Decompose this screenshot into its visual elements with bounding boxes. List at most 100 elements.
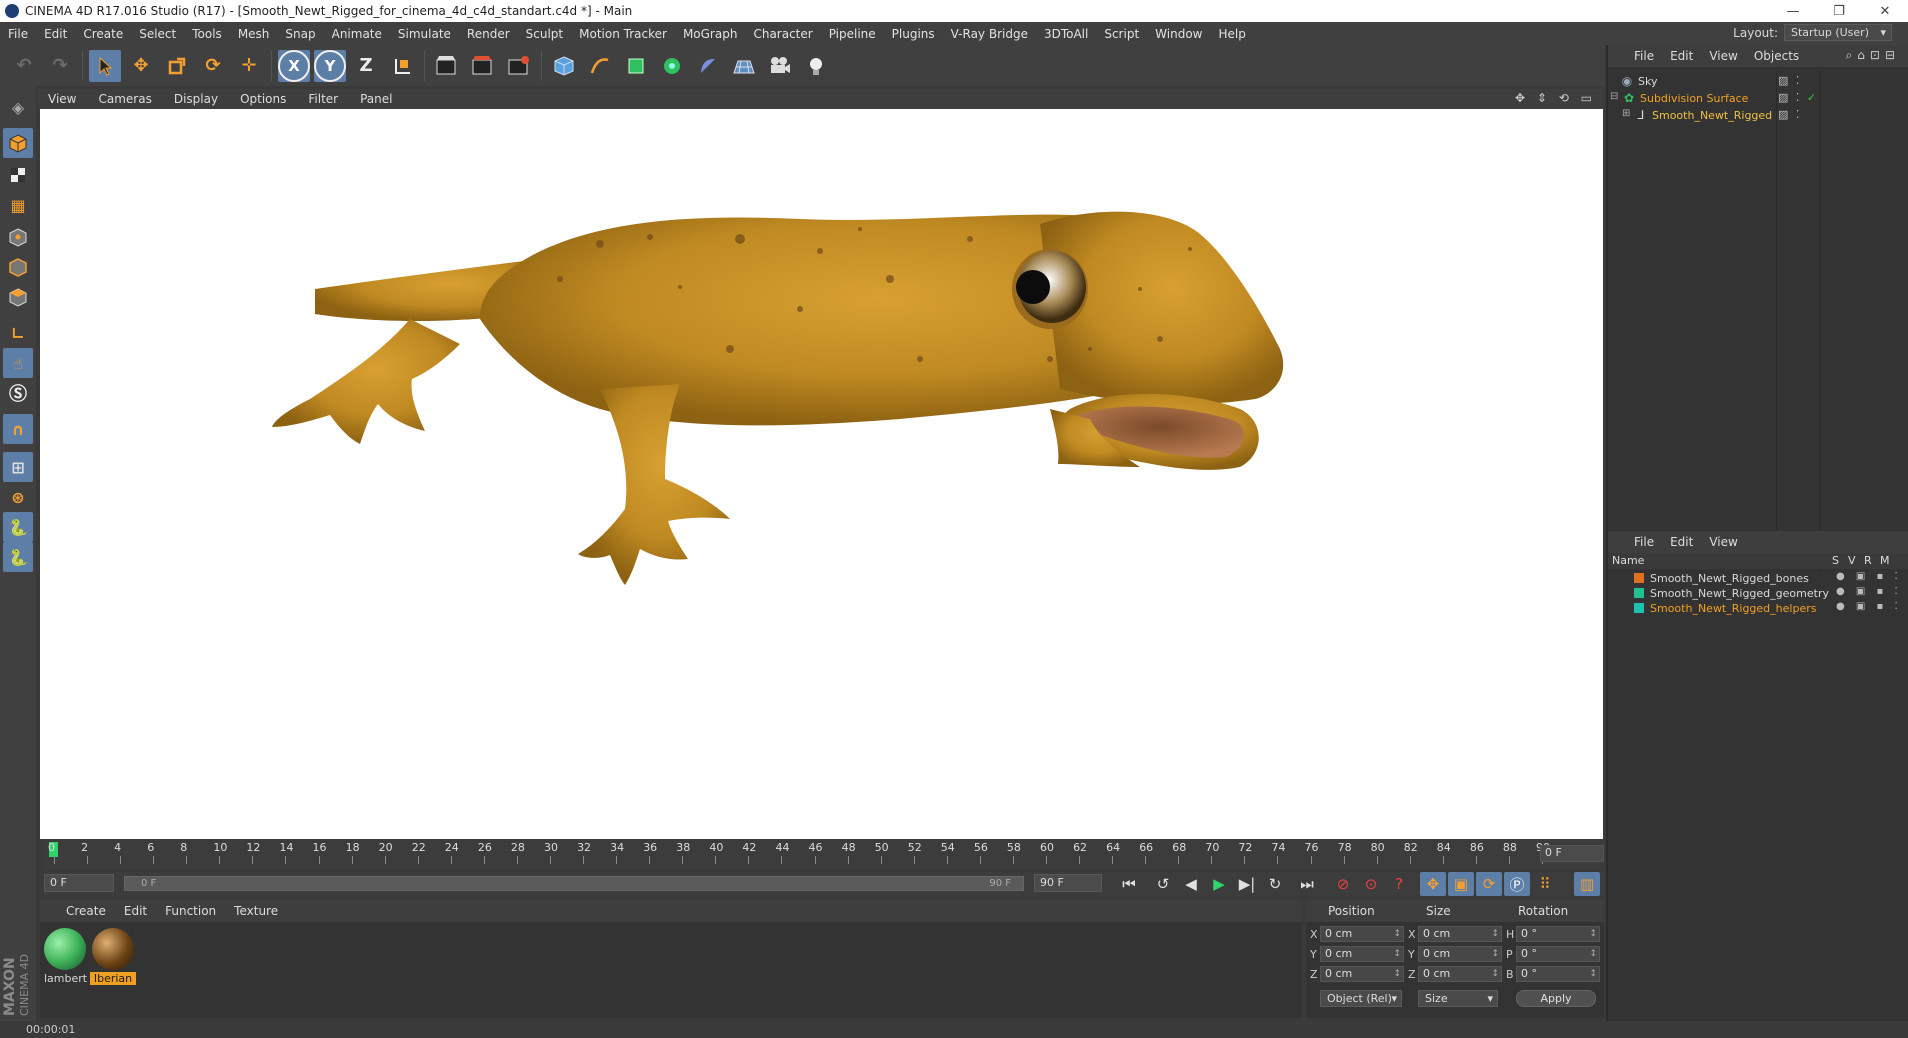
autokeying-icon[interactable]: ⊙ — [1358, 872, 1384, 896]
record-active-objects-icon[interactable]: ⊘ — [1330, 872, 1356, 896]
key-rotation-icon[interactable]: ⟳ — [1476, 872, 1502, 896]
transform-icon[interactable]: ✛ — [233, 50, 265, 82]
objects-menu-file[interactable]: File — [1634, 49, 1654, 63]
viewport-navigation-icons[interactable]: ✥ ⇕ ⟲ ▭ — [1515, 91, 1596, 105]
menu-help[interactable]: Help — [1210, 27, 1253, 41]
material-menu-function[interactable]: Function — [165, 904, 216, 918]
go-to-start-icon[interactable]: ⏮ — [1116, 872, 1142, 896]
current-frame-field[interactable]: 0 F — [1540, 845, 1604, 862]
layer-color-swatch[interactable] — [1634, 588, 1644, 598]
menu-mesh[interactable]: Mesh — [230, 27, 278, 41]
light-icon[interactable] — [800, 50, 832, 82]
key-pla-icon[interactable]: ⠿ — [1532, 872, 1558, 896]
viewport-menu-options[interactable]: Options — [240, 92, 286, 106]
go-to-previous-key-icon[interactable]: ↺ — [1150, 872, 1176, 896]
apply-button[interactable]: Apply — [1516, 990, 1596, 1007]
layer-color-swatch[interactable] — [1634, 573, 1644, 583]
layer-toggles[interactable]: ● ▣ ▪ ⁚ — [1836, 571, 1902, 582]
model-mode-icon[interactable] — [3, 128, 33, 158]
scale-icon[interactable] — [161, 50, 193, 82]
menu-simulate[interactable]: Simulate — [390, 27, 459, 41]
object-manager-search-icon[interactable]: ⌕⌂⊡⊟ — [1846, 48, 1900, 63]
objects-menu-edit[interactable]: Edit — [1670, 49, 1693, 63]
render-settings-icon[interactable] — [503, 50, 535, 82]
position-z-field[interactable]: 0 cm — [1320, 966, 1404, 982]
python-script-2-icon[interactable]: 🐍 — [3, 542, 33, 572]
material-menu-create[interactable]: Create — [66, 904, 106, 918]
menu-plugins[interactable]: Plugins — [884, 27, 943, 41]
undo-icon[interactable]: ↶ — [8, 50, 40, 82]
menu-edit[interactable]: Edit — [36, 27, 75, 41]
key-parameter-icon[interactable]: Ⓟ — [1504, 872, 1530, 896]
viewport-menu-view[interactable]: View — [48, 92, 76, 106]
menu-window[interactable]: Window — [1147, 27, 1210, 41]
position-y-field[interactable]: 0 cm — [1320, 946, 1404, 962]
spline-pen-icon[interactable] — [584, 50, 616, 82]
viewport-menu-cameras[interactable]: Cameras — [98, 92, 151, 106]
viewport-menu-display[interactable]: Display — [174, 92, 218, 106]
minimize-button[interactable]: — — [1770, 4, 1816, 19]
objects-menu-objects[interactable]: Objects — [1754, 49, 1799, 63]
rotate-icon[interactable]: ⟳ — [197, 50, 229, 82]
menu-render[interactable]: Render — [459, 27, 518, 41]
magnet-icon[interactable]: ∩ — [3, 414, 33, 444]
coordinate-system-icon[interactable] — [386, 50, 418, 82]
select-arrow-icon[interactable] — [89, 49, 121, 82]
axis-y-lock-icon[interactable]: Y — [314, 49, 346, 82]
layer-color-swatch[interactable] — [1634, 603, 1644, 613]
material-menu-edit[interactable]: Edit — [124, 904, 147, 918]
frame-range-slider[interactable]: 0 F 90 F — [124, 876, 1024, 891]
menu-sculpt[interactable]: Sculpt — [518, 27, 571, 41]
objects-menu-view[interactable]: View — [1709, 49, 1737, 63]
go-to-next-key-icon[interactable]: ↻ — [1262, 872, 1288, 896]
subdivision-generator-icon[interactable] — [620, 50, 652, 82]
camera-icon[interactable] — [764, 50, 796, 82]
menu-script[interactable]: Script — [1096, 27, 1147, 41]
key-scale-icon[interactable]: ▣ — [1448, 872, 1474, 896]
material-menu-texture[interactable]: Texture — [234, 904, 278, 918]
axis-mode-icon[interactable]: ∟ — [3, 318, 33, 348]
go-to-end-icon[interactable]: ⏭ — [1294, 872, 1320, 896]
size-y-field[interactable]: 0 cm — [1418, 946, 1502, 962]
object-flags[interactable]: ▨ ⁚ — [1778, 74, 1801, 87]
size-x-field[interactable]: 0 cm — [1418, 926, 1502, 942]
menu-character[interactable]: Character — [745, 27, 820, 41]
menu-create[interactable]: Create — [75, 27, 131, 41]
layer-geometry[interactable]: Smooth_Newt_Rigged_geometry ● ▣ ▪ ⁚ — [1608, 586, 1908, 601]
render-picture-viewer-icon[interactable] — [467, 50, 499, 82]
size-mode-dropdown[interactable]: Size — [1418, 990, 1498, 1007]
material-lambert[interactable]: lambert — [42, 928, 88, 985]
layer-helpers[interactable]: Smooth_Newt_Rigged_helpers ● ▣ ▪ ⁚ — [1608, 601, 1908, 616]
keyframe-selection-icon[interactable]: ? — [1386, 872, 1412, 896]
step-back-icon[interactable]: ◀ — [1178, 872, 1204, 896]
layers-menu-view[interactable]: View — [1709, 535, 1737, 549]
layers-menu-file[interactable]: File — [1634, 535, 1654, 549]
menu-file[interactable]: File — [0, 27, 36, 41]
viewport-menu-panel[interactable]: Panel — [360, 92, 392, 106]
size-z-field[interactable]: 0 cm — [1418, 966, 1502, 982]
start-frame-field[interactable]: 0 F — [44, 874, 114, 892]
expand-icon[interactable]: ⊞ — [1622, 108, 1630, 119]
viewport-menu-filter[interactable]: Filter — [308, 92, 338, 106]
menu-pipeline[interactable]: Pipeline — [821, 27, 884, 41]
object-smooth-newt-rigged[interactable]: ⊞ ⅃ Smooth_Newt_Rigged ▨ ⁚ — [1608, 105, 1898, 125]
edges-mode-icon[interactable] — [3, 252, 33, 282]
restore-button[interactable]: ❐ — [1816, 4, 1862, 19]
rotation-b-field[interactable]: 0 ° — [1516, 966, 1600, 982]
step-forward-icon[interactable]: ▶| — [1234, 872, 1260, 896]
menu-snap[interactable]: Snap — [277, 27, 323, 41]
axis-z-lock-icon[interactable]: Z — [350, 50, 382, 82]
expand-icon[interactable]: ⊟ — [1610, 91, 1618, 102]
layer-toggles[interactable]: ● ▣ ▪ ⁚ — [1836, 601, 1902, 612]
layers-menu-edit[interactable]: Edit — [1670, 535, 1693, 549]
menu-animate[interactable]: Animate — [324, 27, 390, 41]
play-icon[interactable]: ▶ — [1206, 872, 1232, 896]
rotation-p-field[interactable]: 0 ° — [1516, 946, 1600, 962]
points-mode-icon[interactable] — [3, 222, 33, 252]
layout-dropdown[interactable]: Startup (User) — [1784, 24, 1892, 41]
workplane-lock-icon[interactable]: ⊞ — [3, 452, 33, 482]
3d-viewport[interactable] — [40, 109, 1603, 839]
menu-3dtoall[interactable]: 3DToAll — [1036, 27, 1096, 41]
menu-tools[interactable]: Tools — [184, 27, 230, 41]
timeline-ruler[interactable]: 0 2 4 6 8 10 12 14 16 18 20 22 24 26 28 30 32 34 36 38 40 42 4… — [44, 840, 1604, 870]
